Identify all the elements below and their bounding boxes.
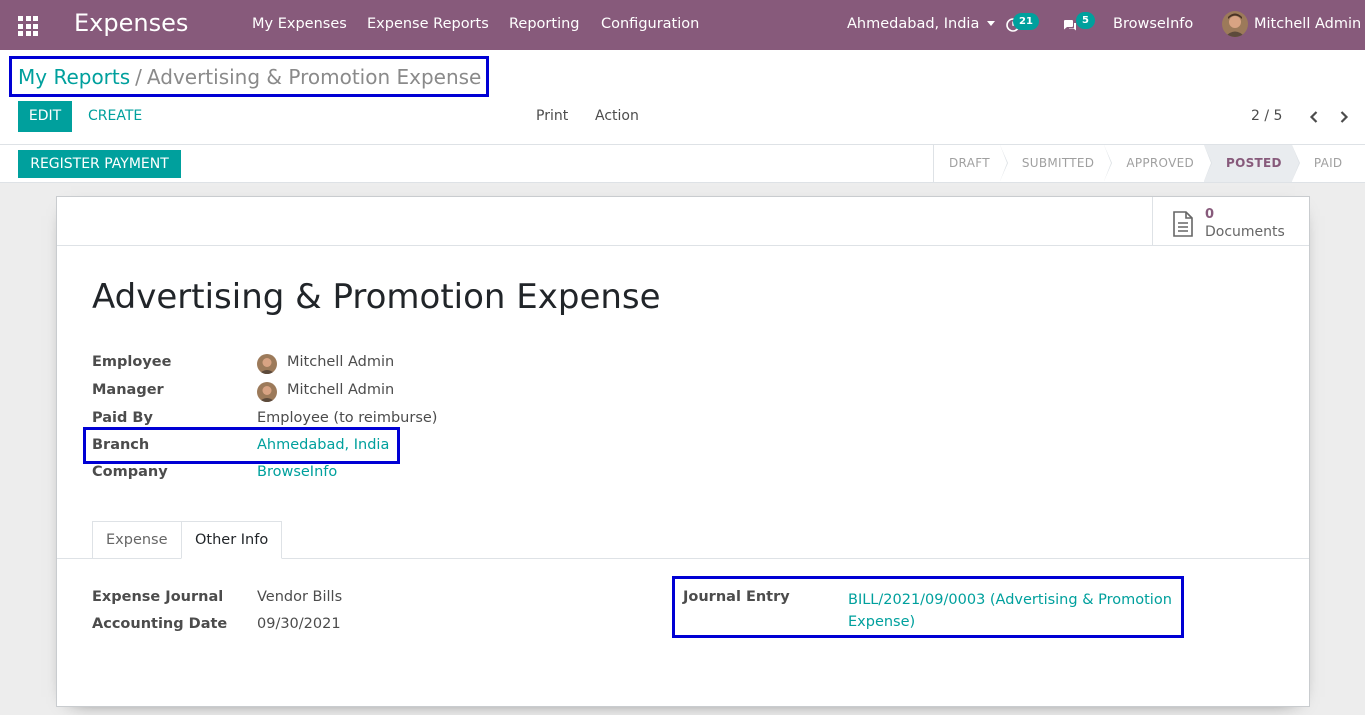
print-button[interactable]: Print xyxy=(536,108,568,124)
tab-expense[interactable]: Expense xyxy=(92,521,182,558)
tab-other-info[interactable]: Other Info xyxy=(181,521,283,559)
branch-selector[interactable]: Ahmedabad, India xyxy=(847,16,996,32)
employee-avatar xyxy=(257,354,277,374)
create-button[interactable]: CREATE xyxy=(88,108,142,124)
caret-down-icon xyxy=(987,20,996,26)
menu-expense-reports[interactable]: Expense Reports xyxy=(367,16,489,32)
form-sheet: 0 Documents Advertising & Promotion Expe… xyxy=(56,196,1310,707)
accounting-date-value: 09/30/2021 xyxy=(257,616,341,632)
documents-label: Documents xyxy=(1205,224,1285,240)
chevron-left-icon[interactable] xyxy=(1308,110,1320,124)
breadcrumb-highlight-box xyxy=(9,56,489,97)
apps-menu-icon[interactable] xyxy=(18,16,38,36)
journal-entry-highlight-box xyxy=(672,576,1184,638)
employee-label: Employee xyxy=(92,354,172,370)
control-panel: My Reports / Advertising & Promotion Expen… xyxy=(0,50,1365,145)
company-switcher[interactable]: BrowseInfo xyxy=(1113,16,1193,32)
paid-by-label: Paid By xyxy=(92,410,153,426)
documents-count: 0 xyxy=(1205,207,1215,222)
document-icon xyxy=(1173,211,1193,237)
branch-selector-label: Ahmedabad, India xyxy=(847,16,980,32)
top-navbar: Expenses My Expenses Expense Reports Rep… xyxy=(0,0,1365,50)
chevron-right-icon[interactable] xyxy=(1338,110,1350,124)
smart-button-box: 0 Documents xyxy=(57,197,1309,246)
expense-journal-value: Vendor Bills xyxy=(257,589,343,605)
register-payment-button[interactable]: REGISTER PAYMENT xyxy=(18,150,181,178)
notebook-tabs: Expense Other Info xyxy=(57,521,1309,559)
message-count-badge: 5 xyxy=(1076,12,1095,29)
paid-by-value: Employee (to reimburse) xyxy=(257,410,438,426)
app-name: Expenses xyxy=(74,9,189,37)
menu-configuration[interactable]: Configuration xyxy=(601,16,699,32)
status-approved: APPROVED xyxy=(1104,145,1212,182)
employee-value[interactable]: Mitchell Admin xyxy=(287,354,394,370)
accounting-date-label: Accounting Date xyxy=(92,616,228,632)
edit-button[interactable]: EDIT xyxy=(18,101,72,132)
status-submitted: SUBMITTED xyxy=(1000,145,1112,182)
status-draft: DRAFT xyxy=(934,145,1008,182)
form-statusbar: REGISTER PAYMENT DRAFT SUBMITTED APPROVE… xyxy=(0,145,1365,183)
activity-count-badge: 21 xyxy=(1013,13,1039,30)
status-paid: PAID xyxy=(1313,156,1343,170)
manager-value[interactable]: Mitchell Admin xyxy=(287,382,394,398)
company-label: Company xyxy=(92,464,168,480)
branch-highlight-box xyxy=(83,427,400,464)
menu-my-expenses[interactable]: My Expenses xyxy=(252,16,347,32)
menu-reporting[interactable]: Reporting xyxy=(509,16,580,32)
action-button[interactable]: Action xyxy=(595,108,639,124)
user-menu[interactable]: Mitchell Admin xyxy=(1254,16,1361,32)
user-avatar[interactable] xyxy=(1222,11,1248,37)
company-value-link[interactable]: BrowseInfo xyxy=(257,464,337,480)
status-posted: POSTED xyxy=(1204,145,1300,182)
documents-smart-button[interactable]: 0 Documents xyxy=(1152,197,1309,245)
expense-journal-label: Expense Journal xyxy=(92,589,224,605)
manager-label: Manager xyxy=(92,382,164,398)
manager-avatar xyxy=(257,382,277,402)
report-title[interactable]: Advertising & Promotion Expense xyxy=(92,277,661,317)
pager-value[interactable]: 2 / 5 xyxy=(1251,108,1282,124)
status-steps: DRAFT SUBMITTED APPROVED POSTED PAID xyxy=(933,145,1352,182)
